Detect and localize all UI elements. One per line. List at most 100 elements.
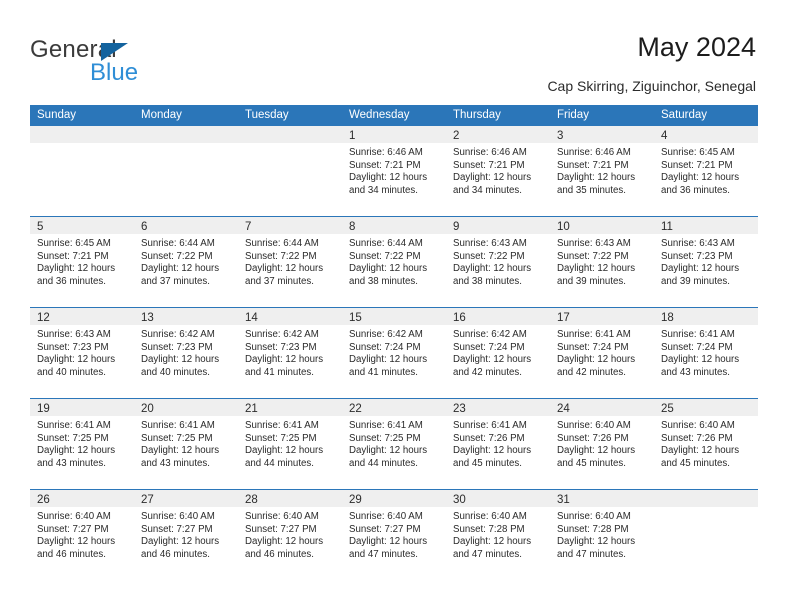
day-detail-line: Daylight: 12 hours [349,354,428,366]
calendar-day-cell[interactable]: 25 Sunrise: 6:40 AM Sunset: 7:26 PM Dayligh… [654,399,758,489]
calendar-day-cell[interactable]: 22 Sunrise: 6:41 AM Sunset: 7:25 PM Dayligh… [342,399,446,489]
day-detail-line: Sunset: 7:21 PM [661,159,733,171]
calendar-day-cell[interactable]: 16 Sunrise: 6:42 AM Sunset: 7:24 PM Dayligh… [446,308,550,398]
day-detail-line: Sunset: 7:21 PM [453,159,525,171]
calendar-day-cell[interactable]: 15 Sunrise: 6:42 AM Sunset: 7:24 PM Dayligh… [342,308,446,398]
day-details: Sunrise: 6:43 AM Sunset: 7:22 PM Daylight:… [446,234,550,288]
day-detail-line: Sunrise: 6:40 AM [557,511,631,522]
calendar-day-cell[interactable]: 2 Sunrise: 6:46 AM Sunset: 7:21 PM Daylight… [446,126,550,216]
day-detail-line: Sunset: 7:26 PM [453,432,525,444]
day-detail-line: Daylight: 12 hours [349,536,428,548]
day-details: Sunrise: 6:45 AM Sunset: 7:21 PM Daylight:… [654,143,758,197]
day-detail-line: Daylight: 12 hours [453,172,532,184]
calendar-weeks: 1 Sunrise: 6:46 AM Sunset: 7:21 PM Daylight… [30,126,758,580]
day-detail-line: Daylight: 12 hours [349,263,428,275]
day-detail-line: Sunrise: 6:40 AM [661,420,735,431]
calendar-day-cell[interactable]: 17 Sunrise: 6:41 AM Sunset: 7:24 PM Dayligh… [550,308,654,398]
calendar-day-cell[interactable]: 11 Sunrise: 6:43 AM Sunset: 7:23 PM Dayligh… [654,217,758,307]
calendar-day-cell[interactable]: 6 Sunrise: 6:44 AM Sunset: 7:22 PM Daylight… [134,217,238,307]
day-detail-line: Sunrise: 6:42 AM [349,329,423,340]
day-detail-line: Sunrise: 6:40 AM [37,511,111,522]
day-number-strip [134,126,238,143]
day-details: Sunrise: 6:45 AM Sunset: 7:21 PM Daylight:… [30,234,134,288]
day-number-strip: 30 [446,490,550,507]
weekday-header-sunday: Sunday [37,109,77,121]
day-detail-line: Sunrise: 6:43 AM [453,238,527,249]
calendar-day-cell-empty [30,126,134,216]
calendar-day-cell[interactable]: 5 Sunrise: 6:45 AM Sunset: 7:21 PM Daylight… [30,217,134,307]
day-details: Sunrise: 6:40 AM Sunset: 7:27 PM Daylight:… [238,507,342,561]
calendar-day-cell[interactable]: 13 Sunrise: 6:42 AM Sunset: 7:23 PM Dayligh… [134,308,238,398]
day-detail-line: and 39 minutes. [557,275,626,287]
day-number-strip: 13 [134,308,238,325]
calendar-day-cell[interactable]: 4 Sunrise: 6:45 AM Sunset: 7:21 PM Daylight… [654,126,758,216]
calendar-day-cell[interactable]: 8 Sunrise: 6:44 AM Sunset: 7:22 PM Daylight… [342,217,446,307]
day-detail-line: Daylight: 12 hours [557,536,636,548]
day-detail-line: Sunset: 7:23 PM [37,341,109,353]
day-detail-line: Daylight: 12 hours [141,263,220,275]
weekday-header-row: Sunday Monday Tuesday Wednesday Thursday Frid… [30,105,758,126]
day-number: 2 [453,130,460,142]
day-detail-line: Daylight: 12 hours [141,354,220,366]
day-number: 22 [349,403,362,415]
day-detail-line: and 46 minutes. [141,548,210,560]
page-header: General Blue May 2024 Cap Skirring, Zigu… [0,0,792,104]
day-detail-line: Sunrise: 6:43 AM [557,238,631,249]
day-detail-line: and 44 minutes. [245,457,314,469]
calendar-day-cell[interactable]: 14 Sunrise: 6:42 AM Sunset: 7:23 PM Dayligh… [238,308,342,398]
calendar-day-cell[interactable]: 24 Sunrise: 6:40 AM Sunset: 7:26 PM Dayligh… [550,399,654,489]
day-number-strip: 1 [342,126,446,143]
page-subtitle: Cap Skirring, Ziguinchor, Senegal [547,78,756,94]
day-number: 12 [37,312,50,324]
calendar-day-cell[interactable]: 1 Sunrise: 6:46 AM Sunset: 7:21 PM Daylight… [342,126,446,216]
day-detail-line: Sunset: 7:25 PM [37,432,109,444]
day-details: Sunrise: 6:40 AM Sunset: 7:28 PM Daylight:… [446,507,550,561]
day-detail-line: Sunrise: 6:44 AM [245,238,319,249]
day-detail-line: Daylight: 12 hours [37,354,116,366]
day-number: 14 [245,312,258,324]
calendar-day-cell[interactable]: 30 Sunrise: 6:40 AM Sunset: 7:28 PM Dayligh… [446,490,550,580]
day-number: 13 [141,312,154,324]
day-details: Sunrise: 6:42 AM Sunset: 7:23 PM Daylight:… [134,325,238,379]
day-detail-line: Daylight: 12 hours [557,263,636,275]
calendar-day-cell[interactable]: 21 Sunrise: 6:41 AM Sunset: 7:25 PM Dayligh… [238,399,342,489]
day-number-strip: 3 [550,126,654,143]
calendar-day-cell[interactable]: 28 Sunrise: 6:40 AM Sunset: 7:27 PM Dayligh… [238,490,342,580]
day-number-strip: 28 [238,490,342,507]
day-details: Sunrise: 6:42 AM Sunset: 7:23 PM Daylight:… [238,325,342,379]
day-number: 15 [349,312,362,324]
day-details: Sunrise: 6:41 AM Sunset: 7:24 PM Daylight:… [550,325,654,379]
calendar-day-cell-empty [654,490,758,580]
calendar-day-cell[interactable]: 7 Sunrise: 6:44 AM Sunset: 7:22 PM Daylight… [238,217,342,307]
calendar-day-cell[interactable]: 3 Sunrise: 6:46 AM Sunset: 7:21 PM Daylight… [550,126,654,216]
day-detail-line: Daylight: 12 hours [661,263,740,275]
calendar-page: General Blue May 2024 Cap Skirring, Zigu… [0,0,792,612]
calendar-day-cell[interactable]: 29 Sunrise: 6:40 AM Sunset: 7:27 PM Dayligh… [342,490,446,580]
calendar-day-cell[interactable]: 19 Sunrise: 6:41 AM Sunset: 7:25 PM Dayligh… [30,399,134,489]
calendar-day-cell[interactable]: 9 Sunrise: 6:43 AM Sunset: 7:22 PM Daylight… [446,217,550,307]
calendar-day-cell[interactable]: 31 Sunrise: 6:40 AM Sunset: 7:28 PM Dayligh… [550,490,654,580]
day-detail-line: and 45 minutes. [453,457,522,469]
calendar-day-cell-empty [238,126,342,216]
day-detail-line: Daylight: 12 hours [557,172,636,184]
calendar-day-cell[interactable]: 20 Sunrise: 6:41 AM Sunset: 7:25 PM Dayligh… [134,399,238,489]
day-detail-line: Daylight: 12 hours [349,172,428,184]
calendar-day-cell[interactable]: 23 Sunrise: 6:41 AM Sunset: 7:26 PM Dayligh… [446,399,550,489]
calendar-day-cell[interactable]: 27 Sunrise: 6:40 AM Sunset: 7:27 PM Dayligh… [134,490,238,580]
day-number: 20 [141,403,154,415]
day-detail-line: Sunrise: 6:44 AM [349,238,423,249]
calendar-day-cell[interactable]: 12 Sunrise: 6:43 AM Sunset: 7:23 PM Dayligh… [30,308,134,398]
day-details [654,507,758,511]
day-detail-line: Sunset: 7:22 PM [453,250,525,262]
calendar-day-cell[interactable]: 18 Sunrise: 6:41 AM Sunset: 7:24 PM Dayligh… [654,308,758,398]
day-detail-line: Daylight: 12 hours [453,354,532,366]
general-blue-logo[interactable]: General Blue [30,36,230,88]
day-detail-line: Daylight: 12 hours [661,445,740,457]
calendar-day-cell[interactable]: 10 Sunrise: 6:43 AM Sunset: 7:22 PM Dayligh… [550,217,654,307]
calendar-week-row: 1 Sunrise: 6:46 AM Sunset: 7:21 PM Daylight… [30,126,758,216]
day-details: Sunrise: 6:42 AM Sunset: 7:24 PM Daylight:… [342,325,446,379]
calendar-day-cell[interactable]: 26 Sunrise: 6:40 AM Sunset: 7:27 PM Dayligh… [30,490,134,580]
day-details: Sunrise: 6:41 AM Sunset: 7:25 PM Daylight:… [134,416,238,470]
day-number: 1 [349,130,356,142]
day-detail-line: Daylight: 12 hours [349,445,428,457]
